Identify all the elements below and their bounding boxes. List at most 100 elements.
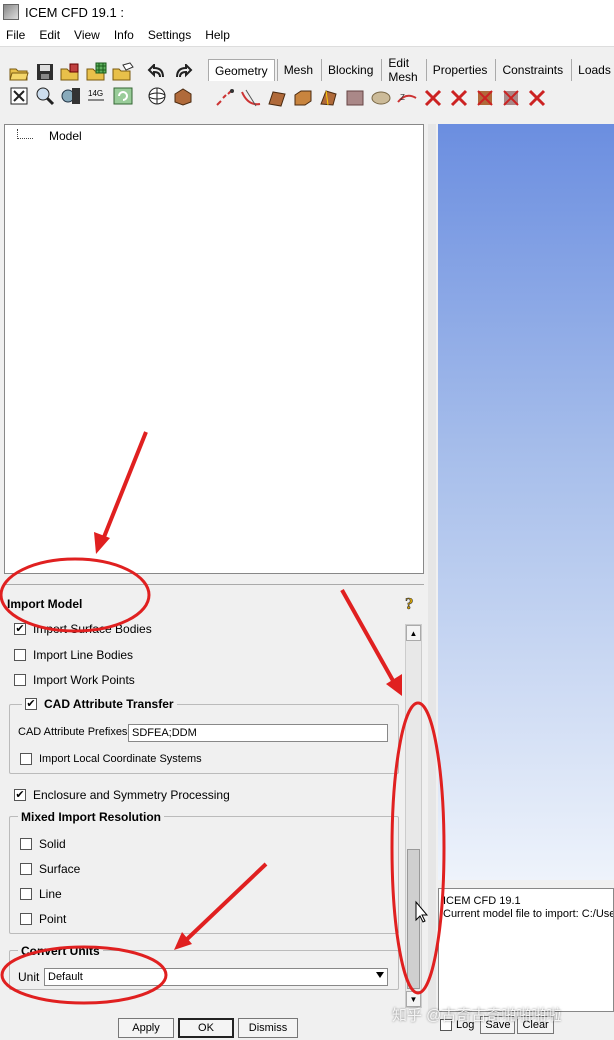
svg-text:Z: Z xyxy=(400,93,405,102)
cad-prefix-label: CAD Attribute Prefixes xyxy=(18,726,128,738)
checkbox-checked[interactable]: ✔ xyxy=(14,623,26,635)
restore-dormant-icon[interactable]: Z xyxy=(396,87,418,109)
option-label: Import Line Bodies xyxy=(33,648,134,662)
tab-geometry[interactable]: Geometry xyxy=(208,59,275,81)
wireframe-icon[interactable] xyxy=(146,85,168,107)
cad-prefix-input[interactable]: SDFEA;DDM xyxy=(128,724,388,742)
import-line-bodies-option[interactable]: Import Line Bodies xyxy=(14,648,133,662)
model-tree-panel: Model xyxy=(4,124,424,574)
help-icon[interactable]: ? xyxy=(402,592,420,614)
checkbox[interactable] xyxy=(20,888,32,900)
menu-info[interactable]: Info xyxy=(114,28,134,42)
redo-icon[interactable] xyxy=(172,61,194,83)
option-label: Point xyxy=(39,912,67,926)
save-project-icon[interactable] xyxy=(34,61,56,83)
tab-blocking[interactable]: Blocking xyxy=(321,59,379,81)
open-project-icon[interactable] xyxy=(8,61,30,83)
tab-mesh[interactable]: Mesh xyxy=(276,59,319,81)
option-label: Import Surface Bodies xyxy=(33,622,152,636)
fit-window-icon[interactable] xyxy=(8,85,30,107)
watermark: 知乎 @古奇古奇啪啪啪啦 xyxy=(392,1007,562,1024)
group-title: Mixed Import Resolution xyxy=(18,810,165,824)
option-label: Surface xyxy=(39,862,81,876)
dialog-buttons: Apply OK Dismiss xyxy=(118,1018,302,1038)
create-curve-icon[interactable] xyxy=(240,87,262,109)
checkbox[interactable] xyxy=(20,863,32,875)
dismiss-button[interactable]: Dismiss xyxy=(238,1018,298,1038)
title-bar: ICEM CFD 19.1 : xyxy=(0,0,614,24)
toolbar-area: 14G Geometry Mesh Blocking Edit Mesh Pro… xyxy=(0,46,614,122)
measure-icon[interactable] xyxy=(60,85,82,107)
mixed-solid-option[interactable]: Solid xyxy=(20,837,66,851)
options-scrollbar[interactable]: ▲ ▼ xyxy=(405,624,422,1008)
delete-surface-icon[interactable] xyxy=(474,87,496,109)
tree-item-model[interactable]: Model xyxy=(49,129,82,143)
graphics-viewport[interactable] xyxy=(438,124,614,880)
apply-button[interactable]: Apply xyxy=(118,1018,174,1038)
repair-geometry-icon[interactable] xyxy=(344,87,366,109)
checkbox[interactable] xyxy=(14,649,26,661)
function-tabs: Geometry Mesh Blocking Edit Mesh Propert… xyxy=(208,56,614,84)
import-local-coord-option[interactable]: Import Local Coordinate Systems xyxy=(20,753,202,765)
create-point-icon[interactable] xyxy=(214,87,236,109)
menu-help[interactable]: Help xyxy=(205,28,230,42)
checkbox[interactable] xyxy=(20,913,32,925)
unit-select[interactable]: Default xyxy=(44,968,388,986)
open-geometry-icon[interactable] xyxy=(60,61,82,83)
geometry-transform-icon[interactable] xyxy=(370,87,392,109)
distance-icon[interactable]: 14G xyxy=(86,85,108,107)
create-body-icon[interactable] xyxy=(292,87,314,109)
mixed-line-option[interactable]: Line xyxy=(20,887,62,901)
tab-edit-mesh[interactable]: Edit Mesh xyxy=(381,56,423,84)
undo-icon[interactable] xyxy=(146,61,168,83)
checkbox[interactable] xyxy=(20,753,32,765)
menu-view[interactable]: View xyxy=(74,28,100,42)
import-surface-bodies-option[interactable]: ✔ Import Surface Bodies xyxy=(14,622,152,636)
option-label: Solid xyxy=(39,837,66,851)
scroll-up-arrow-icon[interactable]: ▲ xyxy=(406,625,421,641)
tab-properties[interactable]: Properties xyxy=(425,59,494,81)
checkbox[interactable] xyxy=(14,674,26,686)
open-mesh-icon[interactable] xyxy=(86,61,108,83)
zoom-box-icon[interactable] xyxy=(34,85,56,107)
panel-header: Import Model ? xyxy=(4,584,424,616)
solid-shading-icon[interactable] xyxy=(172,85,194,107)
delete-any-entity-icon[interactable] xyxy=(526,87,548,109)
delete-point-icon[interactable] xyxy=(422,87,444,109)
group-title: Convert Units xyxy=(18,944,103,958)
checkbox[interactable] xyxy=(20,838,32,850)
panel-title: Import Model xyxy=(7,597,83,611)
create-faceted-icon[interactable] xyxy=(318,87,340,109)
svg-text:?: ? xyxy=(405,594,414,613)
window-title: ICEM CFD 19.1 : xyxy=(25,4,124,20)
checkbox-checked[interactable]: ✔ xyxy=(25,698,37,710)
cad-attribute-transfer-option[interactable]: ✔ CAD Attribute Transfer xyxy=(22,697,177,711)
svg-text:14G: 14G xyxy=(88,89,103,98)
tab-constraints[interactable]: Constraints xyxy=(495,59,569,81)
panel-splitter[interactable] xyxy=(428,124,436,1012)
import-work-points-option[interactable]: Import Work Points xyxy=(14,673,135,687)
option-label: Enclosure and Symmetry Processing xyxy=(33,788,230,802)
scrollbar-thumb[interactable] xyxy=(407,849,420,989)
create-surface-icon[interactable] xyxy=(266,87,288,109)
tab-loads[interactable]: Loads xyxy=(571,59,614,81)
menu-settings[interactable]: Settings xyxy=(148,28,191,42)
option-label: Import Local Coordinate Systems xyxy=(39,753,202,765)
message-line: Current model file to import: C:/Users xyxy=(443,908,614,920)
menu-file[interactable]: File xyxy=(6,28,25,42)
menu-edit[interactable]: Edit xyxy=(39,28,60,42)
open-blocking-icon[interactable] xyxy=(112,61,134,83)
ok-button[interactable]: OK xyxy=(178,1018,234,1038)
mixed-surface-option[interactable]: Surface xyxy=(20,862,80,876)
import-options-form: ✔ Import Surface Bodies Import Line Bodi… xyxy=(4,618,424,1010)
unit-select-value: Default xyxy=(48,971,83,983)
enclosure-symmetry-option[interactable]: ✔ Enclosure and Symmetry Processing xyxy=(14,788,230,802)
option-label: Import Work Points xyxy=(33,673,135,687)
refresh-icon[interactable] xyxy=(112,85,134,107)
mixed-point-option[interactable]: Point xyxy=(20,912,66,926)
group-title: CAD Attribute Transfer xyxy=(44,697,174,711)
delete-curve-icon[interactable] xyxy=(448,87,470,109)
checkbox-checked[interactable]: ✔ xyxy=(14,789,26,801)
message-line: ICEM CFD 19.1 xyxy=(443,895,521,907)
delete-body-icon[interactable] xyxy=(500,87,522,109)
